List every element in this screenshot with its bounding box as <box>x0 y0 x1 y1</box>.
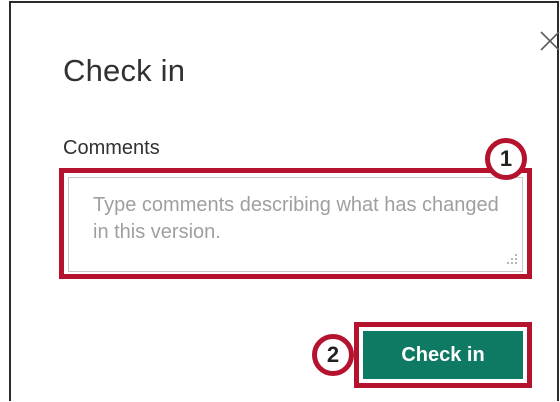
comments-textarea[interactable] <box>68 177 523 272</box>
check-in-highlight: Check in <box>354 322 532 388</box>
close-icon[interactable] <box>538 29 560 53</box>
step-2-callout: 2 <box>312 334 354 376</box>
comments-label: Comments <box>63 137 160 159</box>
check-in-button[interactable]: Check in <box>363 331 523 379</box>
step-1-callout: 1 <box>485 138 527 180</box>
comments-highlight <box>59 168 532 279</box>
resize-grip-icon[interactable] <box>506 253 518 265</box>
dialog-title: Check in <box>63 53 186 88</box>
